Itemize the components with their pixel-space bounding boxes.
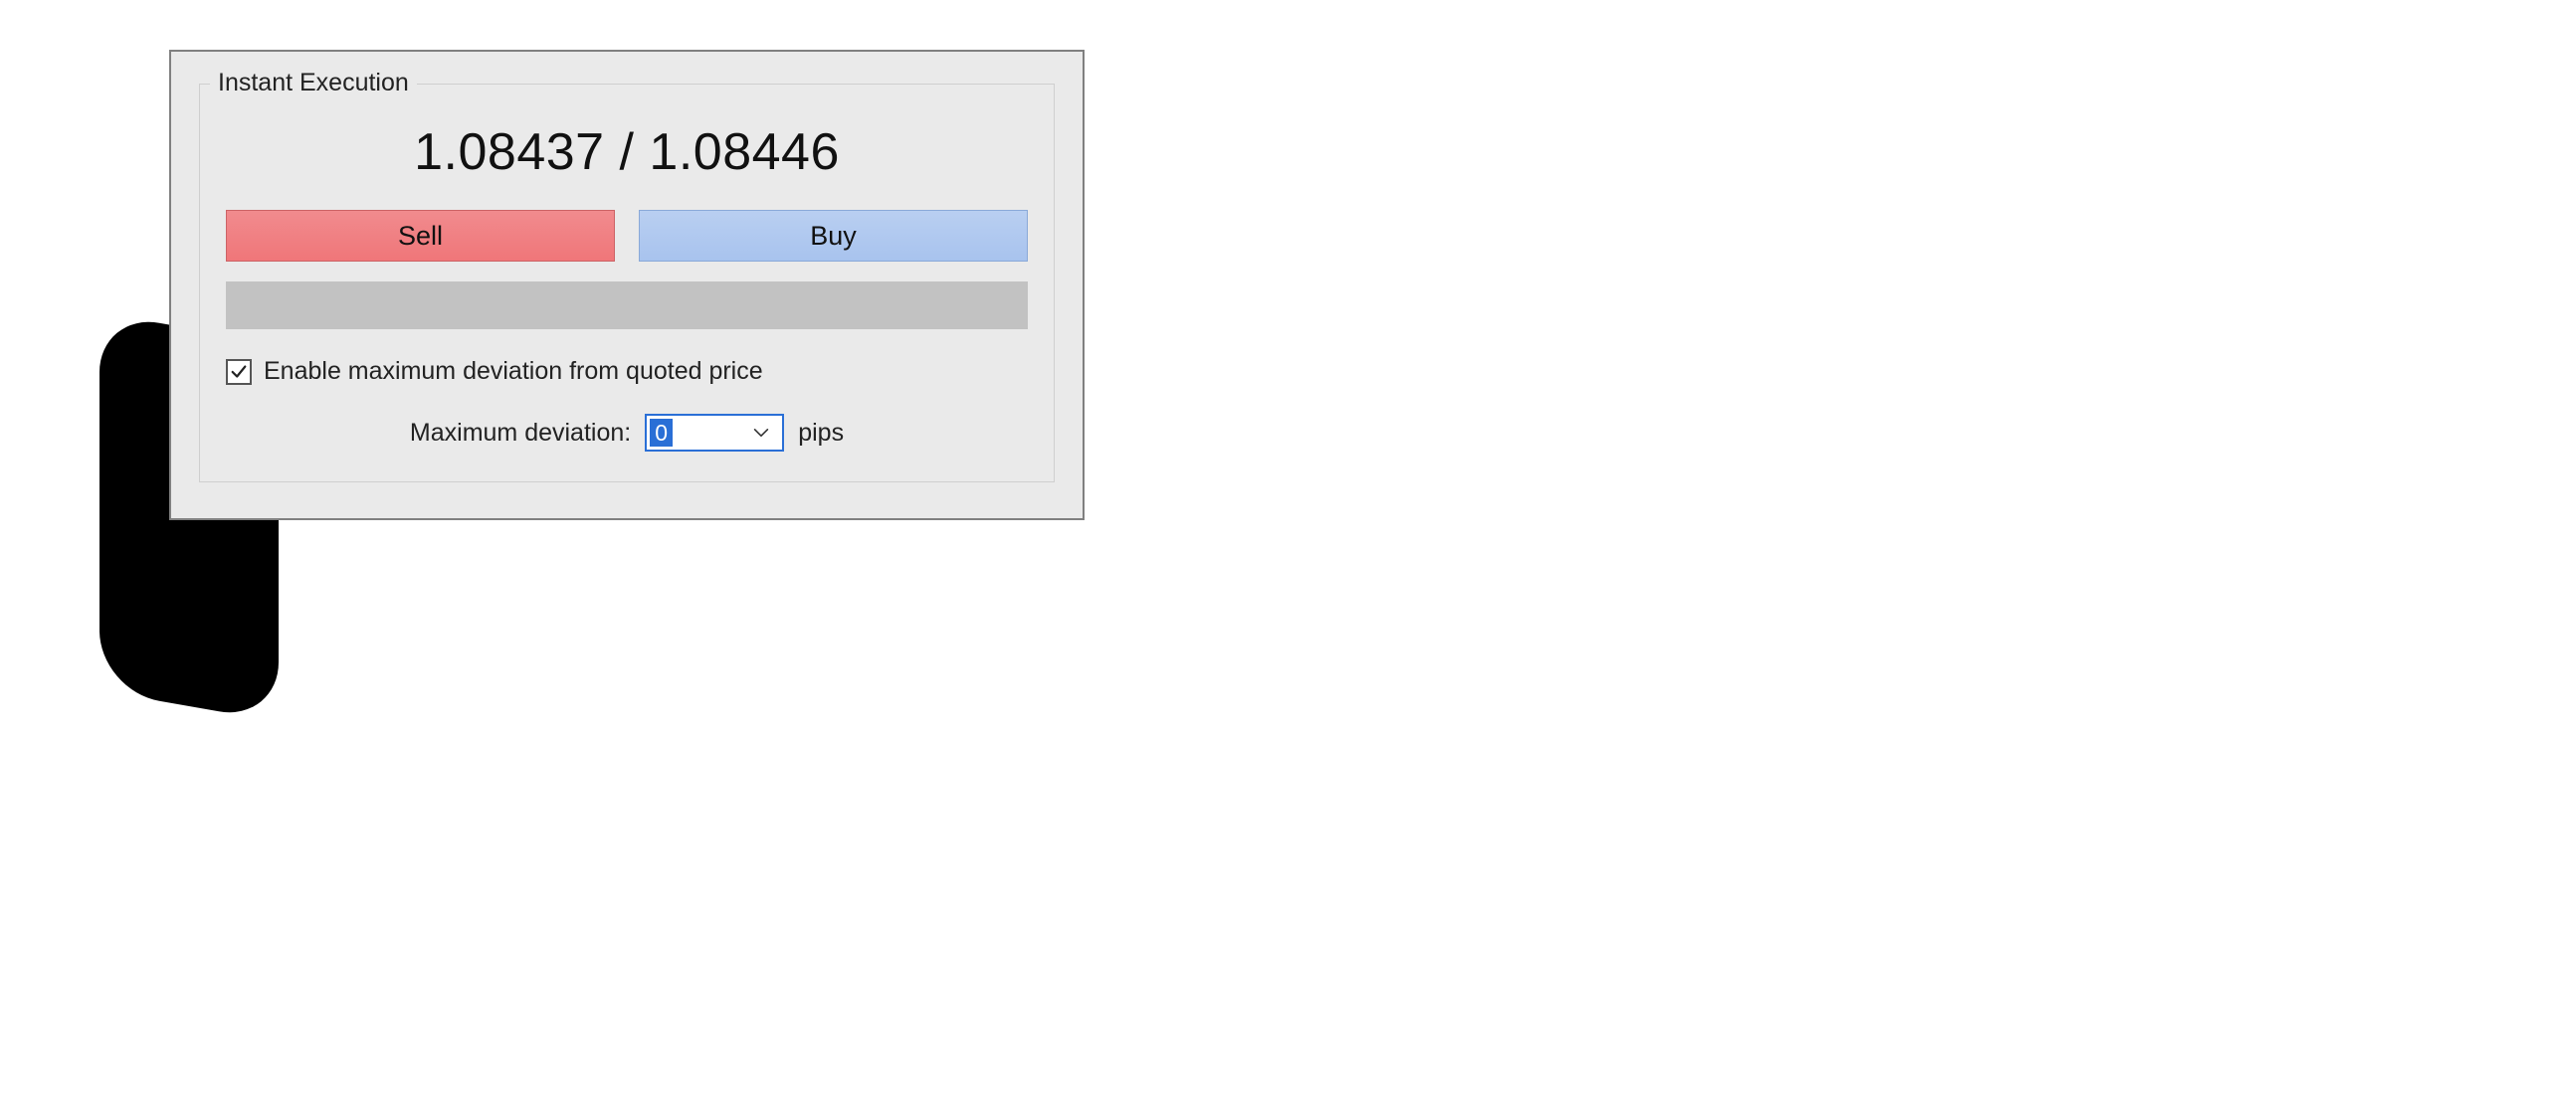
- instant-execution-panel: Instant Execution 1.08437 / 1.08446 Sell…: [169, 50, 1085, 520]
- max-deviation-label: Maximum deviation:: [410, 419, 631, 448]
- price-separator: /: [605, 123, 650, 181]
- enable-deviation-label: Enable maximum deviation from quoted pri…: [264, 357, 763, 386]
- bid-price: 1.08437: [414, 123, 604, 181]
- buy-button[interactable]: Buy: [639, 210, 1028, 262]
- sell-button-label: Sell: [398, 221, 443, 252]
- max-deviation-input[interactable]: 0: [645, 414, 784, 452]
- enable-deviation-checkbox[interactable]: [226, 359, 252, 385]
- instant-execution-fieldset: Instant Execution 1.08437 / 1.08446 Sell…: [199, 84, 1055, 482]
- pips-label: pips: [798, 419, 844, 448]
- max-deviation-value-wrap: 0: [647, 416, 673, 450]
- max-deviation-value: 0: [650, 419, 673, 447]
- buy-button-label: Buy: [810, 221, 857, 252]
- enable-deviation-row: Enable maximum deviation from quoted pri…: [226, 357, 1028, 386]
- status-bar: [226, 281, 1028, 329]
- ask-price: 1.08446: [649, 123, 839, 181]
- check-icon: [230, 363, 248, 381]
- chevron-down-icon: [753, 428, 769, 438]
- order-buttons-row: Sell Buy: [226, 210, 1028, 262]
- max-deviation-row: Maximum deviation: 0 pips: [226, 414, 1028, 452]
- price-quote: 1.08437 / 1.08446: [226, 122, 1028, 182]
- fieldset-legend: Instant Execution: [210, 69, 417, 97]
- sell-button[interactable]: Sell: [226, 210, 615, 262]
- max-deviation-dropdown-button[interactable]: [740, 416, 782, 450]
